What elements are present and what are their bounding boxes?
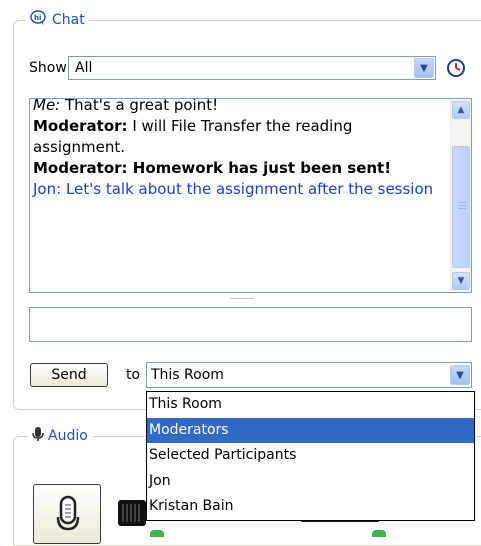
show-filter-select[interactable]: All ▼ <box>68 56 436 80</box>
recipient-option-selected-participants[interactable]: Selected Participants <box>147 443 474 469</box>
audio-icon <box>32 426 44 446</box>
chevron-down-icon[interactable]: ▼ <box>450 365 470 385</box>
transcript-scrollbar[interactable]: ▲ ▼ <box>450 99 471 292</box>
recipient-option-moderators[interactable]: Moderators <box>147 417 474 443</box>
mic-status-indicator <box>150 530 164 537</box>
clock-icon[interactable] <box>446 58 466 78</box>
show-filter-value: All <box>75 60 93 76</box>
scrollbar-thumb[interactable] <box>452 146 470 268</box>
chat-icon: hi <box>30 10 48 30</box>
chat-transcript[interactable]: Me: That's a great point! Moderator: I w… <box>29 98 472 293</box>
list-item: Moderator: Homework has just been sent! <box>33 158 446 179</box>
recipient-option-jon[interactable]: Jon <box>147 469 474 495</box>
send-button[interactable]: Send <box>30 363 108 387</box>
microphone-button[interactable] <box>33 484 101 544</box>
recipient-option-this-room[interactable]: This Room <box>147 392 474 418</box>
chevron-up-icon[interactable]: ▲ <box>452 101 470 119</box>
recipient-dropdown-list: This Room Moderators Selected Participan… <box>146 391 475 521</box>
message-sender: Jon: <box>33 180 62 198</box>
show-label: Show <box>29 60 67 76</box>
recipient-value: This Room <box>151 367 224 383</box>
message-sender: Moderator: <box>33 159 128 177</box>
message-sender: Moderator: <box>33 117 128 135</box>
mic-level-meter <box>118 500 146 526</box>
list-item: Moderator: I will File Transfer the read… <box>33 116 446 158</box>
message-input[interactable] <box>29 307 472 342</box>
chevron-down-icon[interactable]: ▼ <box>414 58 434 78</box>
chat-header: hi Chat <box>26 10 89 30</box>
recipient-option-kristan-bain[interactable]: Kristan Bain <box>147 494 474 520</box>
list-item: Jon: Let's talk about the assignment aft… <box>33 179 446 200</box>
to-label: to <box>126 367 141 383</box>
svg-text:hi: hi <box>34 14 41 22</box>
audio-header: Audio <box>28 426 92 446</box>
microphone-icon <box>56 495 80 539</box>
message-text: Let's talk about the assignment after th… <box>61 180 434 198</box>
speaker-status-indicator <box>372 530 386 537</box>
message-sender: Me: <box>33 98 61 114</box>
audio-title: Audio <box>48 428 88 444</box>
chat-title: Chat <box>52 12 85 28</box>
message-text: That's a great point! <box>60 98 219 114</box>
chevron-down-icon[interactable]: ▼ <box>452 272 470 290</box>
splitter-handle[interactable] <box>230 298 254 300</box>
list-item: Me: That's a great point! <box>33 98 446 116</box>
recipient-select[interactable]: This Room ▼ <box>146 362 472 388</box>
message-list: Me: That's a great point! Moderator: I w… <box>33 98 446 200</box>
message-text: Homework has just been sent! <box>127 159 392 177</box>
